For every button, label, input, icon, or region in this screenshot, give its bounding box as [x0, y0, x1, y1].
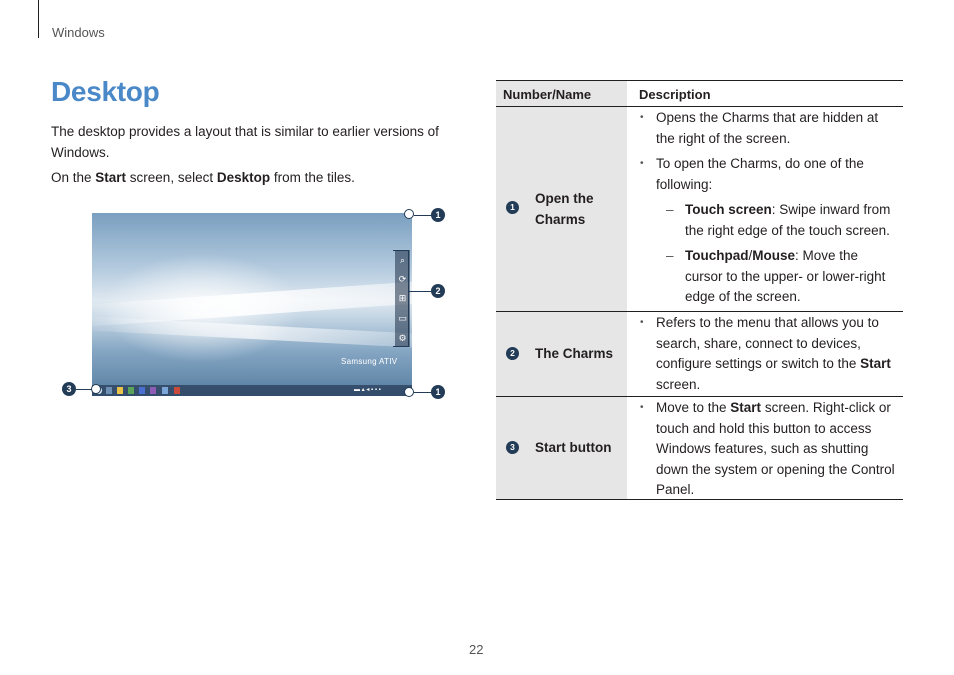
callout-leader	[414, 392, 432, 393]
table-row: 3 Start button Move to the Start screen.…	[496, 397, 903, 500]
table-header: Number/Name Description	[496, 80, 903, 107]
list-item: Refers to the menu that allows you to se…	[640, 313, 897, 395]
charms-bracket	[393, 250, 409, 347]
callout-leader	[409, 291, 431, 292]
system-tray: ▬ ▴ ◂ ▪ ▪ ▪	[354, 387, 381, 393]
header-description: Description	[627, 81, 903, 106]
page-title: Desktop	[51, 76, 160, 107]
row-description-cell: Refers to the menu that allows you to se…	[627, 312, 903, 396]
brand-watermark: Samsung ATIV	[341, 357, 398, 366]
list-item: Move to the Start screen. Right-click or…	[640, 398, 897, 501]
row-label-cell: 3 Start button	[496, 397, 627, 499]
row-number-badge: 2	[506, 347, 519, 360]
desktop-screenshot: Samsung ATIV ⌕ ⟳ ⊞ ▭ ⚙ ▬ ▴ ◂ ▪ ▪ ▪	[92, 213, 412, 396]
callout-ring-bottom-right	[404, 387, 414, 397]
sub-list-item: – Touchpad/Mouse: Move the cursor to the …	[666, 248, 886, 304]
callout-ring-start	[91, 384, 101, 394]
callout-1-bottom: 1	[431, 385, 445, 399]
header-rule	[38, 0, 39, 38]
taskbar-app-icon	[162, 387, 168, 394]
page-number: 22	[469, 642, 484, 657]
table-row: 1 Open theCharms Opens the Charms that a…	[496, 107, 903, 312]
taskbar: ▬ ▴ ◂ ▪ ▪ ▪	[92, 385, 412, 396]
callout-ring-top-right	[404, 209, 414, 219]
row-name: Open the Charms	[535, 191, 594, 227]
callout-leader	[414, 215, 432, 216]
row-label-cell: 2 The Charms	[496, 312, 627, 396]
taskbar-app-icon	[174, 387, 180, 394]
row-label-cell: 1 Open the Charms	[496, 107, 627, 311]
table-row: 2 The Charms Refers to the menu that all…	[496, 312, 903, 397]
callout-2: 2	[431, 284, 445, 298]
row-number-badge: 3	[506, 441, 519, 454]
intro-paragraph: The desktop provides a layout that is si…	[51, 124, 439, 160]
callout-leader	[76, 389, 92, 390]
list-item: Opens the Charms that are hidden at the …	[640, 108, 897, 149]
taskbar-app-icon	[106, 387, 112, 394]
taskbar-app-icon	[128, 387, 134, 394]
sub-list-item: – Touch screen: Swipe inward from the rig…	[666, 202, 891, 238]
row-number-badge: 1	[506, 201, 519, 214]
description-table: Number/Name Description 1 Open the Charms…	[496, 80, 903, 500]
taskbar-app-icon	[139, 387, 145, 394]
callout-3: 3	[62, 382, 76, 396]
list-item: To open the Charms, do one of the follow…	[640, 154, 897, 195]
row-description-cell: Opens the Charms that are hidden at the …	[627, 107, 903, 311]
taskbar-app-icon	[150, 387, 156, 394]
section-label: Windows	[52, 25, 105, 40]
instruction-paragraph: On the Start screen, select Desktop from…	[51, 170, 355, 185]
row-name: The Charms	[535, 346, 614, 361]
header-number-name: Number/Name	[503, 87, 592, 102]
folder-icon	[117, 387, 123, 394]
row-name: Start button	[535, 440, 612, 455]
row-description-cell: Move to the Start screen. Right-click or…	[627, 397, 903, 499]
callout-1-top: 1	[431, 208, 445, 222]
